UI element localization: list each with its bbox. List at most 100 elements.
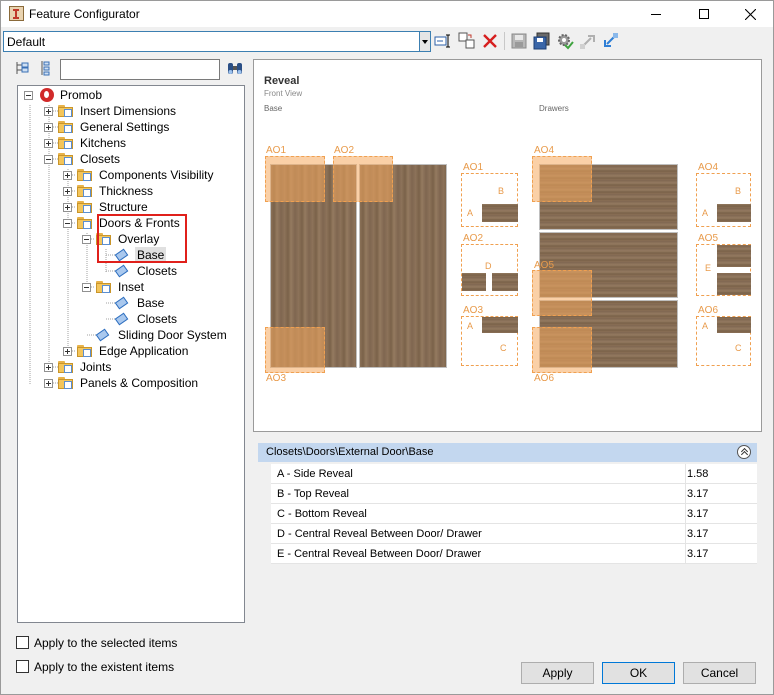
export-button[interactable]	[579, 32, 597, 50]
apply-selected-label[interactable]: Apply to the selected items	[34, 636, 177, 650]
property-value[interactable]: 1.58	[687, 468, 708, 480]
expand-toggle-icon[interactable]	[44, 379, 53, 388]
gear-check-icon	[558, 34, 574, 50]
cancel-button[interactable]: Cancel	[683, 662, 756, 684]
close-window-button[interactable]	[727, 1, 773, 27]
reveal-preview-panel: Reveal Front View Base Drawers AO1 AO2 A…	[253, 59, 762, 432]
collapse-toggle-icon[interactable]	[24, 91, 33, 100]
chevron-down-icon[interactable]	[419, 32, 430, 51]
duplicate-button[interactable]	[458, 32, 476, 50]
expand-toggle-icon[interactable]	[44, 363, 53, 372]
detail-wood	[482, 204, 518, 222]
zone-ao1	[265, 156, 325, 202]
tree-node-label: Panels & Composition	[80, 376, 199, 390]
folder-icon	[58, 104, 74, 118]
close-icon	[744, 8, 756, 20]
collapse-up-icon[interactable]	[737, 445, 751, 459]
folder-icon	[58, 152, 74, 166]
folder-icon	[77, 168, 93, 182]
expand-tree-button[interactable]	[14, 60, 30, 76]
zone-ao5	[532, 270, 592, 316]
letter-e: E	[705, 263, 712, 273]
property-row-side-reveal[interactable]: A - Side Reveal 1.58	[271, 464, 757, 484]
property-row-central-reveal-e[interactable]: E - Central Reveal Between Door/ Drawer …	[271, 544, 757, 564]
apply-existent-label[interactable]: Apply to the existent items	[34, 660, 174, 674]
folder-icon	[77, 184, 93, 198]
promob-logo-icon	[40, 88, 54, 102]
delete-button[interactable]	[481, 32, 499, 50]
detail-ao5: E	[696, 244, 751, 296]
tag-icon	[114, 265, 128, 277]
letter-a: A	[702, 208, 709, 218]
binoculars-icon	[228, 63, 242, 74]
expand-toggle-icon[interactable]	[44, 107, 53, 116]
collapse-toggle-icon[interactable]	[82, 283, 91, 292]
arrow-import-icon	[604, 33, 618, 47]
folder-icon	[58, 376, 74, 390]
tree-node-label: Insert Dimensions	[80, 104, 177, 118]
property-row-central-reveal-d[interactable]: D - Central Reveal Between Door/ Drawer …	[271, 524, 757, 544]
detail-wood	[717, 317, 751, 333]
expand-toggle-icon[interactable]	[63, 203, 72, 212]
expand-toggle-icon[interactable]	[44, 123, 53, 132]
apply-button[interactable]: Apply	[521, 662, 594, 684]
detail-wood	[717, 204, 751, 222]
tree-node-label: Joints	[80, 360, 112, 374]
column-divider	[685, 504, 686, 524]
property-value[interactable]: 3.17	[687, 508, 708, 520]
property-value[interactable]: 3.17	[687, 528, 708, 540]
configuration-select-value: Default	[7, 35, 46, 49]
detail-wood	[482, 317, 518, 333]
expand-toggle-icon[interactable]	[63, 171, 72, 180]
preview-title: Reveal	[264, 75, 300, 87]
tag-icon	[95, 329, 109, 341]
collapse-toggle-icon[interactable]	[44, 155, 53, 164]
save-button[interactable]	[510, 32, 528, 50]
tree-node-label: Kitchens	[80, 136, 127, 150]
minimize-icon	[651, 13, 661, 15]
apply-existent-checkbox[interactable]	[16, 660, 29, 673]
apply-selected-checkbox[interactable]	[16, 636, 29, 649]
zone-ao6-label: AO6	[534, 373, 555, 384]
detail-ao5-label: AO5	[698, 233, 719, 244]
zone-ao6	[532, 327, 592, 373]
property-value[interactable]: 3.17	[687, 488, 708, 500]
letter-b: B	[498, 186, 505, 196]
zone-ao2-label: AO2	[334, 145, 355, 156]
collapse-tree-button[interactable]	[39, 60, 51, 76]
minimize-button[interactable]	[633, 1, 679, 27]
arrow-export-icon	[580, 35, 595, 49]
folder-icon	[77, 216, 93, 230]
tree-node-label: General Settings	[80, 120, 170, 134]
property-row-top-reveal[interactable]: B - Top Reveal 3.17	[271, 484, 757, 504]
feature-tree[interactable]: Promob Insert Dimensions General Setting…	[17, 85, 245, 623]
expand-toggle-icon[interactable]	[44, 139, 53, 148]
folder-icon	[77, 344, 93, 358]
settings-button[interactable]	[556, 32, 574, 50]
folder-icon	[58, 120, 74, 134]
expand-toggle-icon[interactable]	[63, 347, 72, 356]
tree-search-input[interactable]	[60, 59, 220, 80]
expand-toggle-icon[interactable]	[63, 187, 72, 196]
tree-expand-icon	[16, 62, 29, 74]
property-name: E - Central Reveal Between Door/ Drawer	[277, 548, 482, 560]
tree-node-label: Sliding Door System	[118, 328, 227, 342]
letter-a: A	[467, 208, 474, 218]
ok-button[interactable]: OK	[602, 662, 675, 684]
rename-icon	[434, 34, 450, 48]
property-row-bottom-reveal[interactable]: C - Bottom Reveal 3.17	[271, 504, 757, 524]
find-button[interactable]	[226, 60, 244, 78]
configuration-select[interactable]: Default	[3, 31, 431, 52]
save-as-button[interactable]	[533, 32, 551, 50]
zone-ao2	[333, 156, 393, 202]
title-bar: Feature Configurator	[1, 1, 773, 27]
detail-ao2: D	[461, 244, 518, 296]
tree-node-label: Thickness	[99, 184, 154, 198]
maximize-button[interactable]	[681, 1, 727, 27]
zone-ao1-label: AO1	[266, 145, 287, 156]
property-value[interactable]: 3.17	[687, 548, 708, 560]
rename-button[interactable]	[434, 32, 452, 50]
import-button[interactable]	[601, 32, 619, 50]
collapse-toggle-icon[interactable]	[82, 235, 91, 244]
collapse-toggle-icon[interactable]	[63, 219, 72, 228]
